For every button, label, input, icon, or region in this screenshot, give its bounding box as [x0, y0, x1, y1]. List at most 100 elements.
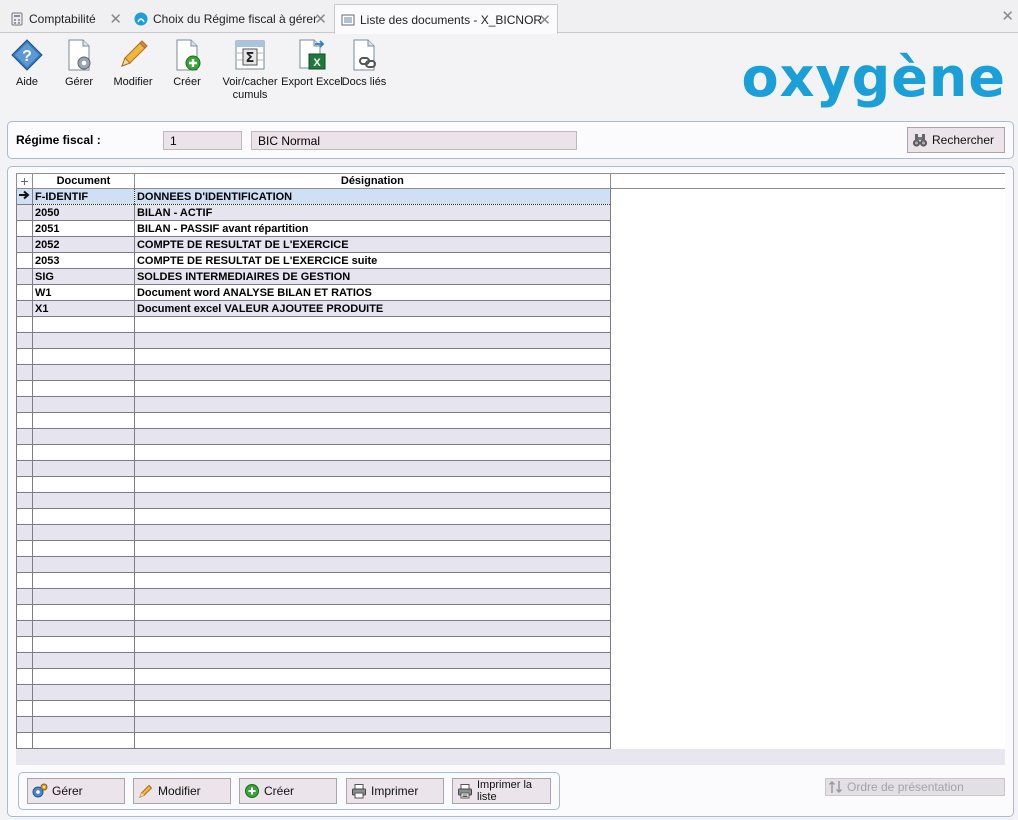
cell-designation[interactable]: Document excel VALEUR AJOUTEE PRODUITE — [134, 300, 611, 317]
linked-docs-button[interactable]: Docs liés — [332, 38, 396, 89]
table-row[interactable]: 2053 COMPTE DE RESULTAT DE L'EXERCICE sui… — [16, 252, 1006, 269]
cell-designation[interactable]: BILAN - ACTIF — [134, 204, 611, 221]
cell-document[interactable] — [32, 540, 135, 557]
cell-designation[interactable] — [134, 636, 611, 653]
cell-document[interactable] — [32, 716, 135, 733]
cell-document[interactable] — [32, 412, 135, 429]
close-tab-icon[interactable]: ✕ — [109, 10, 122, 28]
cell-designation[interactable] — [134, 508, 611, 525]
cell-document[interactable] — [32, 620, 135, 637]
cell-designation[interactable] — [134, 412, 611, 429]
cell-document[interactable] — [32, 524, 135, 541]
cell-document[interactable] — [32, 428, 135, 445]
table-row[interactable]: F-IDENTIF DONNEES D'IDENTIFICATION — [16, 188, 1006, 205]
cell-designation[interactable] — [134, 604, 611, 621]
cell-document[interactable]: 2052 — [32, 236, 135, 253]
cell-document[interactable] — [32, 652, 135, 669]
cell-designation[interactable] — [134, 540, 611, 557]
close-tab-icon[interactable]: ✕ — [538, 11, 551, 29]
cell-designation[interactable] — [134, 460, 611, 477]
cell-document[interactable]: F-IDENTIF — [31, 188, 135, 205]
bottom-manage-button[interactable]: Gérer — [27, 778, 125, 804]
search-button[interactable]: Rechercher — [907, 127, 1005, 153]
presentation-order-button[interactable]: Ordre de présentation — [825, 778, 1005, 796]
cell-designation[interactable] — [134, 572, 611, 589]
create-button[interactable]: Créer — [155, 38, 219, 89]
cell-designation[interactable] — [134, 524, 611, 541]
expand-icon[interactable]: + — [16, 173, 33, 189]
cell-document[interactable]: SIG — [32, 268, 135, 285]
cell-designation[interactable] — [134, 684, 611, 701]
cell-designation[interactable]: COMPTE DE RESULTAT DE L'EXERCICE — [134, 236, 611, 253]
bottom-create-button[interactable]: Créer — [239, 778, 337, 804]
cell-document[interactable] — [32, 364, 135, 381]
column-header-document[interactable]: Document — [31, 173, 135, 189]
cell-designation[interactable] — [134, 716, 611, 733]
cell-document[interactable] — [32, 332, 135, 349]
cell-designation[interactable] — [134, 620, 611, 637]
cell-designation[interactable] — [134, 732, 611, 749]
column-header-designation[interactable]: Désignation — [133, 173, 611, 189]
table-row[interactable]: 2051 BILAN - PASSIF avant répartition — [16, 220, 1006, 237]
cell-document[interactable] — [32, 732, 135, 749]
cell-designation[interactable] — [134, 668, 611, 685]
cell-document[interactable] — [32, 700, 135, 717]
cell-document[interactable] — [32, 492, 135, 509]
cell-designation[interactable]: SOLDES INTERMEDIAIRES DE GESTION — [134, 268, 611, 285]
bottom-edit-button[interactable]: Modifier — [133, 778, 231, 804]
table-row[interactable]: SIG SOLDES INTERMEDIAIRES DE GESTION — [16, 268, 1006, 285]
cell-document[interactable] — [32, 668, 135, 685]
table-row[interactable]: X1 Document excel VALEUR AJOUTEE PRODUITE — [16, 300, 1006, 317]
cell-designation[interactable] — [134, 652, 611, 669]
cell-document[interactable] — [32, 316, 135, 333]
cell-designation[interactable] — [134, 364, 611, 381]
cell-document[interactable]: X1 — [32, 300, 135, 317]
tab-choix-regime[interactable]: Choix du Régime fiscal à gérer ✕ — [128, 5, 333, 33]
cell-designation[interactable]: Document word ANALYSE BILAN ET RATIOS — [134, 284, 611, 301]
cell-document[interactable]: 2050 — [32, 204, 135, 221]
close-tab-icon[interactable]: ✕ — [314, 10, 327, 28]
print-list-button[interactable]: Imprimer la liste — [452, 778, 551, 804]
toggle-cumuls-button[interactable]: Σ Voir/cacher cumuls — [218, 38, 282, 102]
cell-designation[interactable] — [134, 348, 611, 365]
cell-designation[interactable] — [134, 556, 611, 573]
cell-designation[interactable] — [134, 444, 611, 461]
pencil-icon — [139, 784, 153, 798]
cell-document[interactable]: 2053 — [32, 252, 135, 269]
cell-designation[interactable]: COMPTE DE RESULTAT DE L'EXERCICE suite — [134, 252, 611, 269]
cell-document[interactable] — [32, 684, 135, 701]
table-row[interactable]: 2052 COMPTE DE RESULTAT DE L'EXERCICE — [16, 236, 1006, 253]
cell-designation[interactable] — [134, 396, 611, 413]
cell-document[interactable] — [32, 556, 135, 573]
cell-designation[interactable] — [134, 316, 611, 333]
cell-designation[interactable] — [134, 492, 611, 509]
cell-document[interactable] — [32, 604, 135, 621]
cell-designation[interactable]: DONNEES D'IDENTIFICATION — [134, 188, 611, 205]
cell-document[interactable] — [32, 588, 135, 605]
print-label: Imprimer — [371, 784, 419, 798]
cell-document[interactable] — [32, 476, 135, 493]
cell-document[interactable] — [32, 460, 135, 477]
cell-document[interactable] — [32, 348, 135, 365]
cell-document[interactable] — [32, 572, 135, 589]
cell-document[interactable] — [32, 380, 135, 397]
cell-designation[interactable] — [134, 380, 611, 397]
tab-comptabilite[interactable]: Comptabilité ✕ — [4, 5, 128, 33]
cell-designation[interactable] — [134, 332, 611, 349]
table-row[interactable]: W1 Document word ANALYSE BILAN ET RATIOS — [16, 284, 1006, 301]
tab-liste-documents[interactable]: Liste des documents - X_BICNOR ✕ — [334, 4, 558, 34]
cell-designation[interactable] — [134, 700, 611, 717]
cell-designation[interactable]: BILAN - PASSIF avant répartition — [134, 220, 611, 237]
cell-document[interactable] — [32, 444, 135, 461]
close-window-icon[interactable]: ✕ — [1001, 7, 1014, 25]
cell-document[interactable] — [32, 636, 135, 653]
cell-document[interactable] — [32, 508, 135, 525]
cell-designation[interactable] — [134, 428, 611, 445]
print-button[interactable]: Imprimer — [346, 778, 444, 804]
cell-document[interactable]: W1 — [32, 284, 135, 301]
table-row[interactable]: 2050 BILAN - ACTIF — [16, 204, 1006, 221]
cell-document[interactable]: 2051 — [32, 220, 135, 237]
cell-designation[interactable] — [134, 588, 611, 605]
cell-designation[interactable] — [134, 476, 611, 493]
cell-document[interactable] — [32, 396, 135, 413]
